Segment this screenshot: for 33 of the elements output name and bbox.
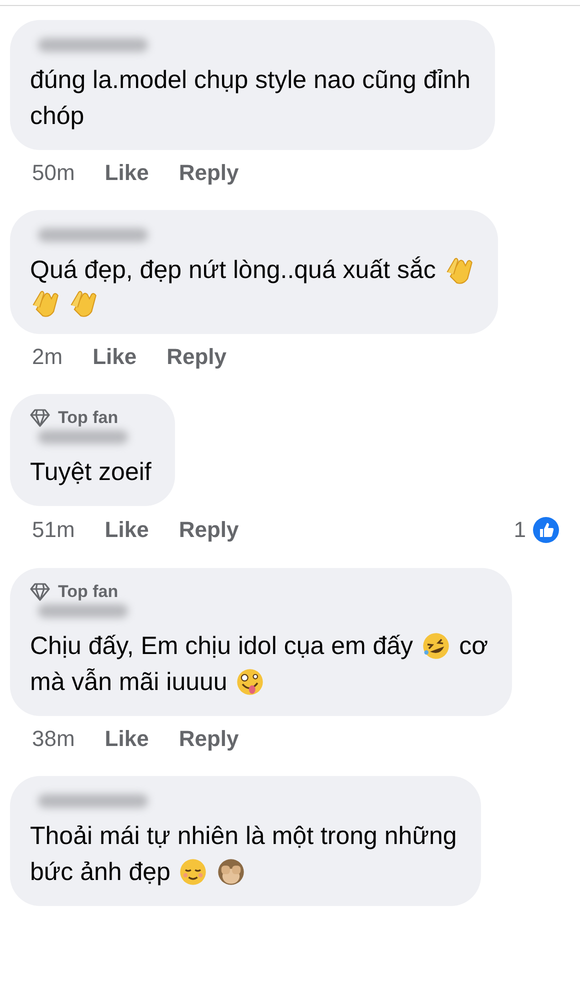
smiling-face-icon: [178, 857, 208, 887]
reaction-count: 1: [514, 517, 526, 543]
like-link[interactable]: Like: [104, 160, 149, 186]
reply-link[interactable]: Reply: [178, 726, 239, 752]
comment-text: đúng la.model chụp style nao cũng đỉnh: [30, 65, 471, 96]
badge-label: Top fan: [58, 408, 118, 428]
monkey-icon: [216, 857, 246, 887]
clap-icon: [68, 288, 98, 318]
like-link[interactable]: Like: [104, 517, 149, 543]
silly-face-icon: [235, 667, 266, 697]
timestamp: 2m: [32, 344, 63, 370]
timestamp: 51m: [32, 517, 75, 543]
comment-text: Chịu đấy, Em chịu idol cụa em đấy: [30, 631, 414, 662]
reply-link[interactable]: Reply: [178, 517, 239, 543]
diamond-icon: [30, 583, 50, 601]
badge-label: Top fan: [58, 582, 118, 602]
thumbs-up-icon: [532, 516, 560, 544]
comment-text: bức ảnh đẹp: [30, 857, 170, 888]
timestamp: 50m: [32, 160, 75, 186]
reply-link[interactable]: Reply: [166, 344, 227, 370]
laughing-face-icon: [421, 631, 452, 661]
comment-text: chóp: [30, 101, 84, 132]
timestamp: 38m: [32, 726, 75, 752]
comment-text: Quá đẹp, đẹp nứt lòng..quá xuất sắc: [30, 255, 436, 286]
comment-text: mà vẫn mãi iuuuu: [30, 667, 228, 698]
like-link[interactable]: Like: [92, 344, 137, 370]
reply-link[interactable]: Reply: [178, 160, 239, 186]
comment-text: Thoải mái tự nhiên là một trong những: [30, 821, 457, 852]
clap-icon: [30, 288, 60, 318]
comment-text: Tuyệt zoeif: [30, 457, 152, 488]
comment-text: cơ: [459, 631, 488, 662]
diamond-icon: [30, 409, 50, 427]
like-link[interactable]: Like: [104, 726, 149, 752]
